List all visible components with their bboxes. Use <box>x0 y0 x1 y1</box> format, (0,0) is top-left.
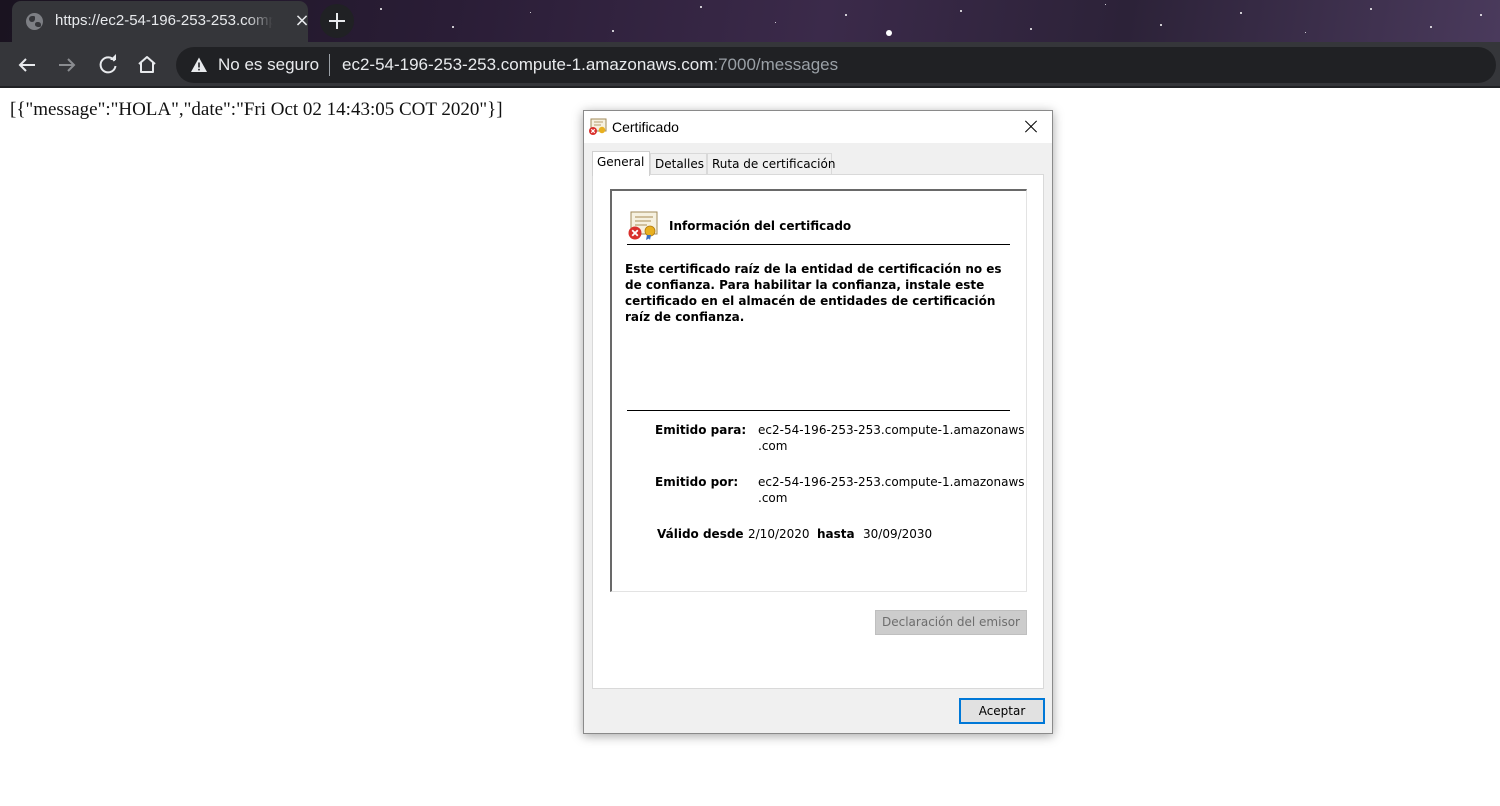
close-icon[interactable]: × <box>292 11 312 31</box>
security-status-label[interactable]: No es seguro <box>218 55 319 75</box>
browser-tab-active[interactable]: https://ec2-54-196-253-253.compute-1.ama… <box>12 1 310 42</box>
warning-line: raíz de confianza. <box>625 310 745 324</box>
certificate-dialog: Certificado General Detalles Ruta de cer… <box>583 110 1053 734</box>
valid-to-label: hasta <box>817 527 855 541</box>
trust-warning-text: Este certificado raíz de la entidad de c… <box>625 261 1005 325</box>
dialog-title: Certificado <box>612 119 679 135</box>
valid-from-value: 2/10/2020 <box>748 527 810 541</box>
valid-from-label: Válido desde <box>657 527 744 541</box>
tab-ruta-certificacion[interactable]: Ruta de certificación <box>707 153 835 175</box>
reload-icon[interactable] <box>93 50 123 80</box>
json-response-text: [{"message":"HOLA","date":"Fri Oct 02 14… <box>10 99 503 120</box>
tab-detalles[interactable]: Detalles <box>650 153 707 175</box>
issued-by-label: Emitido por: <box>655 475 739 489</box>
address-bar[interactable]: No es seguro ec2-54-196-253-253.compute-… <box>176 47 1496 83</box>
certificate-info-heading: Información del certificado <box>669 219 852 233</box>
home-icon[interactable] <box>132 50 162 80</box>
dialog-titlebar[interactable]: Certificado <box>584 111 1052 143</box>
issued-by-value-line: .com <box>758 491 788 505</box>
details-divider <box>627 410 1010 411</box>
heading-divider <box>627 244 1010 245</box>
tab-title: https://ec2-54-196-253-253.compute-1.ama… <box>55 12 273 29</box>
new-tab-icon[interactable] <box>320 4 354 38</box>
accept-button[interactable]: Aceptar <box>959 698 1045 724</box>
certificate-error-icon <box>589 118 607 135</box>
issued-by-value-line: ec2-54-196-253-253.compute-1.amazonaws <box>758 475 1025 489</box>
warning-line: Este certificado raíz de la entidad de c… <box>625 262 1002 276</box>
issuer-statement-button[interactable]: Declaración del emisor <box>875 610 1027 635</box>
issued-by-value: ec2-54-196-253-253.compute-1.amazonaws .… <box>758 474 1025 506</box>
warning-line: certificado en el almacén de entidades d… <box>625 294 996 308</box>
browser-toolbar: No es seguro ec2-54-196-253-253.compute-… <box>0 42 1500 88</box>
issued-to-value-line: ec2-54-196-253-253.compute-1.amazonaws <box>758 423 1025 437</box>
forward-icon[interactable] <box>52 50 82 80</box>
certificate-error-icon <box>628 211 658 240</box>
certificate-info-box: Información del certificado Este certifi… <box>610 189 1027 592</box>
warning-icon[interactable] <box>190 56 208 74</box>
issued-to-label: Emitido para: <box>655 423 747 437</box>
tab-general[interactable]: General <box>592 151 650 176</box>
url-path: :7000/messages <box>713 55 839 74</box>
url-text[interactable]: ec2-54-196-253-253.compute-1.amazonaws.c… <box>342 55 838 75</box>
issued-to-value: ec2-54-196-253-253.compute-1.amazonaws .… <box>758 422 1025 454</box>
valid-to-value: 30/09/2030 <box>863 527 933 541</box>
url-host: ec2-54-196-253-253.compute-1.amazonaws.c… <box>342 55 714 74</box>
back-icon[interactable] <box>12 50 42 80</box>
tab-strip: https://ec2-54-196-253-253.compute-1.ama… <box>0 0 1500 42</box>
issued-to-value-line: .com <box>758 439 788 453</box>
omnibox-separator <box>329 54 330 76</box>
general-tab-panel: Información del certificado Este certifi… <box>592 174 1044 689</box>
close-icon[interactable] <box>1014 115 1048 139</box>
warning-line: de confianza. Para habilitar la confianz… <box>625 278 985 292</box>
globe-icon <box>26 13 43 30</box>
